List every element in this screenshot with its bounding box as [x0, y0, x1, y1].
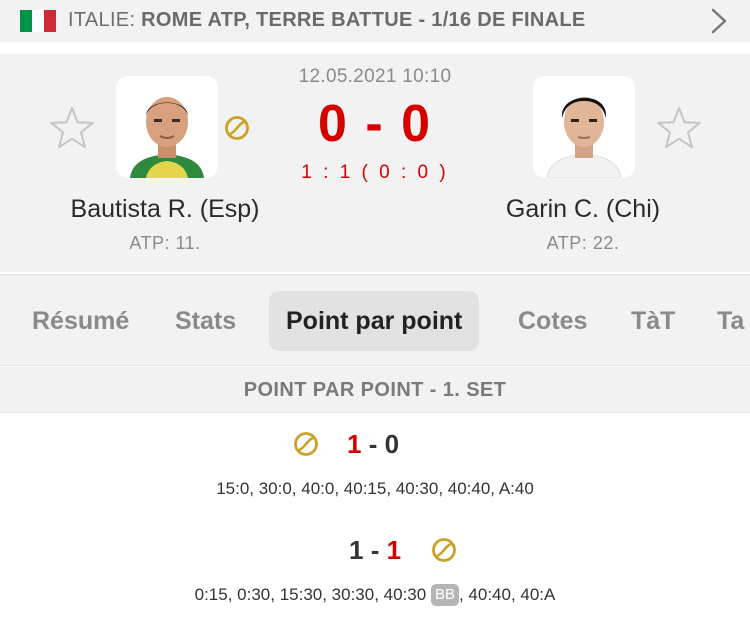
italy-flag-icon — [20, 10, 56, 32]
section-title: POINT PAR POINT - 1. SET — [0, 367, 750, 413]
tab-truncated[interactable]: Ta — [717, 291, 744, 351]
player-photo-away[interactable] — [533, 76, 635, 178]
tournament-name: ROME ATP, TERRE BATTUE - 1/16 DE FINALE — [141, 9, 586, 31]
tab-tat[interactable]: TàT — [631, 291, 675, 351]
break-point-badge: BB — [430, 584, 459, 606]
game-score-home: 1 — [349, 535, 364, 565]
serving-ball-icon — [432, 538, 456, 562]
game-score: 1 - 0 — [347, 429, 399, 460]
game-score-away: 0 — [384, 429, 400, 459]
game-points-after: , 40:40, 40:A — [458, 585, 556, 604]
tab-bar: Résumé Stats Point par point Cotes TàT T… — [0, 274, 750, 366]
tournament-header[interactable]: ITALIE: ROME ATP, TERRE BATTUE - 1/16 DE… — [0, 0, 750, 42]
game-score: 1 - 1 — [349, 535, 401, 566]
tab-resume[interactable]: Résumé — [32, 291, 129, 351]
serving-ball-icon — [294, 432, 318, 456]
tournament-title: ITALIE: ROME ATP, TERRE BATTUE - 1/16 DE… — [68, 9, 586, 32]
chevron-right-icon[interactable] — [710, 8, 728, 34]
game-score-separator: - — [368, 429, 378, 459]
tab-stats[interactable]: Stats — [175, 291, 236, 351]
player-name-home[interactable]: Bautista R. (Esp) — [35, 195, 295, 224]
game-score-home: 1 — [347, 429, 362, 459]
tab-cotes[interactable]: Cotes — [518, 291, 587, 351]
player-name-away[interactable]: Garin C. (Chi) — [453, 195, 713, 224]
country-label: ITALIE: — [68, 9, 136, 31]
match-header: 12.05.2021 10:10 0 - 0 1 : 1 ( 0 : 0 ) B… — [0, 54, 750, 272]
game-points: 0:15, 0:30, 15:30, 30:30, 40:30 BB, 40:4… — [0, 584, 750, 606]
favorite-star-icon[interactable] — [655, 104, 703, 152]
game-score-away: 1 — [386, 535, 402, 565]
game-points: 15:0, 30:0, 40:0, 40:15, 40:30, 40:40, A… — [216, 479, 534, 498]
game-points-before: 0:15, 0:30, 15:30, 30:30, 40:30 — [194, 585, 427, 604]
tab-point-par-point[interactable]: Point par point — [269, 291, 480, 351]
game-score-separator: - — [370, 535, 380, 565]
set-score: 1 : 1 ( 0 : 0 ) — [301, 162, 449, 183]
player-rank-home: ATP: 11. — [129, 233, 201, 253]
match-score: 0 - 0 — [317, 95, 433, 153]
match-datetime: 12.05.2021 10:10 — [298, 66, 452, 87]
player-rank-away: ATP: 22. — [546, 233, 620, 253]
